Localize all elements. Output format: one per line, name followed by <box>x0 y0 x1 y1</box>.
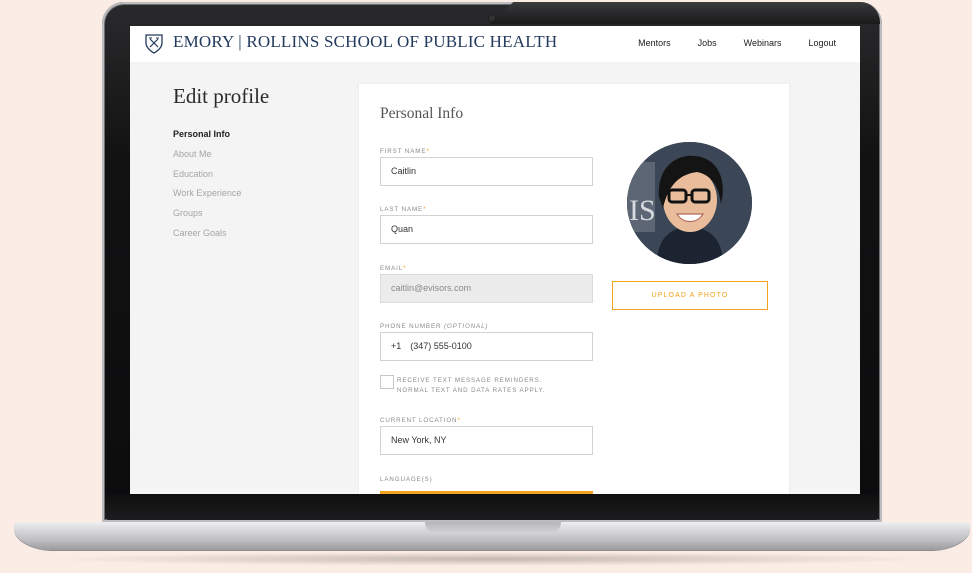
country-code[interactable]: +1 <box>391 341 401 351</box>
brand-title[interactable]: EMORY | ROLLINS SCHOOL OF PUBLIC HEALTH <box>173 32 557 52</box>
location-label-text: Current Location <box>380 417 458 424</box>
location-field[interactable]: New York, NY <box>380 426 593 455</box>
emory-shield-logo-icon[interactable] <box>144 33 164 55</box>
screen-bezel <box>105 494 879 520</box>
first-name-label: First Name* <box>380 148 430 155</box>
first-name-field[interactable]: Caitlin <box>380 157 593 186</box>
nav-mentors[interactable]: Mentors <box>638 38 671 48</box>
svg-text:IS: IS <box>629 194 656 227</box>
required-mark: * <box>457 417 461 424</box>
side-menu-groups[interactable]: Groups <box>173 207 241 227</box>
sms-reminder-checkbox[interactable] <box>380 375 394 389</box>
optional-tag: (Optional) <box>443 323 489 330</box>
card-title: Personal Info <box>380 105 464 122</box>
sms-reminder-label[interactable]: Receive text message reminders. Normal t… <box>397 376 545 396</box>
languages-label: Language(s) <box>380 476 433 483</box>
upload-photo-button[interactable]: Upload a photo <box>612 281 768 310</box>
phone-number-value: (347) 555-0100 <box>410 341 472 351</box>
first-name-label-text: First Name <box>380 148 427 155</box>
browser-screen: EMORY | ROLLINS SCHOOL OF PUBLIC HEALTH … <box>130 26 860 494</box>
email-label: Email* <box>380 265 406 272</box>
side-menu-education[interactable]: Education <box>173 168 241 188</box>
laptop-notch <box>425 522 561 534</box>
last-name-label-text: Last Name <box>380 206 424 213</box>
sms-line-1: Receive text message reminders. <box>397 377 543 384</box>
nav-links: Mentors Jobs Webinars Logout <box>638 38 836 48</box>
phone-label: Phone Number (Optional) <box>380 323 488 330</box>
location-label: Current Location* <box>380 417 461 424</box>
personal-info-card: Personal Info First Name* Caitlin Last N… <box>359 84 789 494</box>
languages-input[interactable] <box>380 491 593 494</box>
profile-section-menu: Personal Info About Me Education Work Ex… <box>173 128 241 247</box>
phone-field[interactable]: +1 (347) 555-0100 <box>380 332 593 361</box>
nav-logout[interactable]: Logout <box>808 38 836 48</box>
nav-webinars[interactable]: Webinars <box>744 38 782 48</box>
required-mark: * <box>426 148 430 155</box>
email-field[interactable]: caitlin@evisors.com <box>380 274 593 303</box>
laptop-shadow <box>40 552 940 566</box>
nav-jobs[interactable]: Jobs <box>698 38 717 48</box>
side-menu-work-experience[interactable]: Work Experience <box>173 187 241 207</box>
last-name-label: Last Name* <box>380 206 426 213</box>
webcam-icon <box>489 15 495 21</box>
side-menu-personal-info[interactable]: Personal Info <box>173 128 241 148</box>
phone-label-text: Phone Number <box>380 323 442 330</box>
profile-photo-avatar: IS <box>627 142 752 264</box>
last-name-field[interactable]: Quan <box>380 215 593 244</box>
sms-line-2: Normal text and data rates apply. <box>397 387 546 394</box>
page-title: Edit profile <box>173 84 270 108</box>
side-menu-about-me[interactable]: About Me <box>173 148 241 168</box>
required-mark: * <box>423 206 427 213</box>
required-mark: * <box>403 265 407 272</box>
lid-glare <box>490 2 880 24</box>
top-navigation: EMORY | ROLLINS SCHOOL OF PUBLIC HEALTH … <box>130 26 860 62</box>
profile-photo: IS <box>627 142 752 264</box>
email-label-text: Email <box>380 265 404 272</box>
side-menu-career-goals[interactable]: Career Goals <box>173 227 241 247</box>
